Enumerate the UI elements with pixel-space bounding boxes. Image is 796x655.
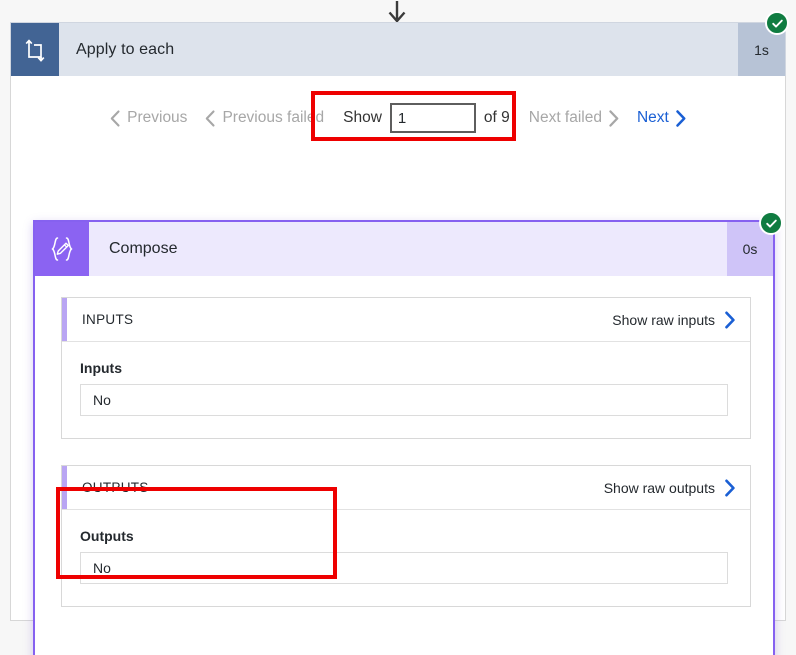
compose-braces-pencil-icon [35, 222, 89, 276]
success-check-icon [765, 11, 789, 35]
compose-header[interactable]: Compose 0s [35, 211, 783, 276]
chevron-right-icon [608, 109, 619, 127]
outputs-panel-header: OUTPUTS Show raw outputs [62, 466, 750, 510]
chevron-right-icon [724, 311, 736, 329]
apply-to-each-body: Previous Previous failed Show of 9 Next … [10, 76, 786, 655]
inputs-field-label: Inputs [80, 360, 122, 376]
pager-show-label: Show [343, 109, 382, 126]
pager-of-total-label: of 9 [483, 109, 510, 126]
apply-to-each-header[interactable]: Apply to each 1s [10, 11, 789, 76]
chevron-right-icon [675, 109, 686, 127]
arrow-down-icon [382, 0, 412, 24]
compose-title: Compose [109, 240, 178, 257]
show-raw-inputs-label: Show raw inputs [612, 311, 715, 328]
pager-previous-failed-button[interactable]: Previous failed [196, 109, 333, 127]
inputs-panel-title: INPUTS [82, 312, 134, 327]
show-raw-outputs-label: Show raw outputs [603, 479, 715, 496]
iteration-pager: Previous Previous failed Show of 9 Next … [11, 96, 785, 140]
compose-body: INPUTS Show raw inputs Inputs No OUTPUTS… [35, 276, 773, 607]
outputs-panel-content: Outputs No [62, 510, 750, 606]
pager-next-failed-label: Next failed [528, 109, 602, 127]
outputs-panel-title: OUTPUTS [82, 480, 149, 495]
inputs-panel-content: Inputs No [62, 342, 750, 438]
pager-previous-failed-label: Previous failed [222, 109, 325, 127]
chevron-left-icon [110, 109, 121, 127]
loop-repeat-icon [11, 23, 59, 76]
apply-to-each-title: Apply to each [76, 40, 175, 58]
outputs-panel: OUTPUTS Show raw outputs Outputs No [61, 465, 751, 607]
inputs-panel-header: INPUTS Show raw inputs [62, 298, 750, 342]
pager-next-failed-button[interactable]: Next failed [520, 109, 628, 127]
inputs-panel: INPUTS Show raw inputs Inputs No [61, 297, 751, 439]
show-raw-outputs-link[interactable]: Show raw outputs [604, 479, 736, 497]
pager-previous-button[interactable]: Previous [101, 109, 196, 127]
chevron-right-icon [724, 479, 736, 497]
compose-action-card[interactable]: Compose 0s INPUTS Show raw inputs Inputs… [33, 211, 783, 655]
flow-run-details-page: Apply to each 1s Previous Previous faile… [0, 0, 796, 655]
outputs-field-value[interactable]: No [80, 552, 728, 584]
show-raw-inputs-link[interactable]: Show raw inputs [612, 311, 736, 329]
success-check-icon [759, 211, 783, 235]
pager-next-label: Next [636, 109, 669, 127]
inputs-field-value[interactable]: No [80, 384, 728, 416]
outputs-field-label: Outputs [80, 528, 134, 544]
pager-page-input[interactable] [389, 103, 476, 133]
chevron-left-icon [205, 109, 216, 127]
pager-show-group: Show of 9 [333, 103, 520, 133]
pager-previous-label: Previous [127, 109, 188, 127]
pager-next-button[interactable]: Next [628, 109, 695, 127]
